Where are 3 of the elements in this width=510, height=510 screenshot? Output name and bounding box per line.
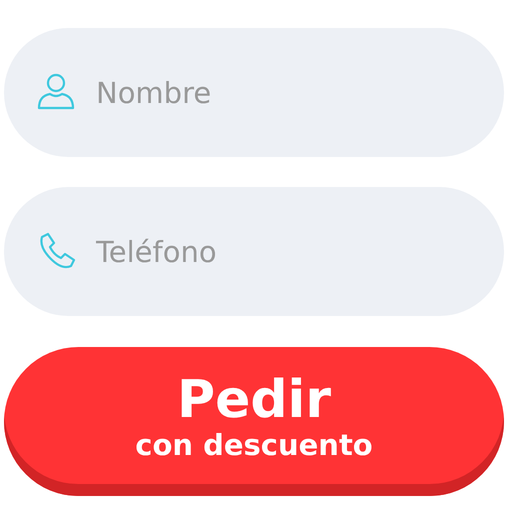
input-field[interactable]: Nombre	[4, 28, 504, 157]
order-button[interactable]: Pedir con descuento	[4, 347, 504, 496]
input-field[interactable]: Teléfono	[4, 187, 504, 316]
